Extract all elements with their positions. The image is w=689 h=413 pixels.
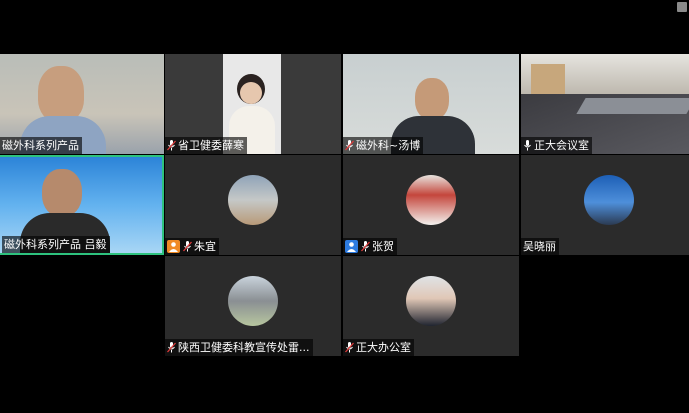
muted-mic-icon [361,241,370,252]
participant-avatar [228,175,278,225]
participant-avatar [584,175,634,225]
user-icon [345,240,358,253]
participant-name-label: 省卫健委薛寒 [165,137,247,154]
participant-name-label: 正大办公室 [343,339,414,356]
muted-mic-icon [345,140,354,151]
participant-tile-4[interactable]: 正大会议室 [521,54,689,154]
muted-mic-icon [183,241,192,252]
participant-name-label: 陕西卫健委科教宣传处雷... [165,339,313,356]
participant-video-person [38,66,84,122]
window-control-button[interactable] [677,2,687,12]
participant-avatar [228,276,278,326]
participant-name-label: 磁外科~汤博 [343,137,424,154]
participant-tile-7[interactable]: 张贺 [343,155,519,255]
user-icon [167,240,180,253]
participant-avatar [406,276,456,326]
participant-tile-2[interactable]: 省卫健委薛寒 [165,54,341,154]
participant-tile-1[interactable]: 磁外科系列产品 [0,54,164,154]
participant-tile-10[interactable]: 正大办公室 [343,256,519,356]
participant-name-label: 正大会议室 [521,137,592,154]
participant-avatar [406,175,456,225]
participant-name-label: 张贺 [343,238,397,255]
muted-mic-icon [345,342,354,353]
participant-tile-5[interactable]: 磁外科系列产品 吕毅 [0,155,164,255]
mic-icon [523,140,532,151]
muted-mic-icon [167,342,176,353]
participant-name-label: 吴晓丽 [521,238,559,255]
participant-video-person [42,169,82,217]
participant-name-label: 磁外科系列产品 [0,137,82,154]
participant-tile-9[interactable]: 陕西卫健委科教宣传处雷... [165,256,341,356]
participant-tile-8[interactable]: 吴晓丽 [521,155,689,255]
participant-name-label: 朱宜 [165,238,219,255]
participant-video-person [415,78,449,120]
participant-name-label: 磁外科系列产品 吕毅 [2,236,110,253]
participant-tile-6[interactable]: 朱宜 [165,155,341,255]
muted-mic-icon [167,140,176,151]
participant-tile-3[interactable]: 磁外科~汤博 [343,54,519,154]
